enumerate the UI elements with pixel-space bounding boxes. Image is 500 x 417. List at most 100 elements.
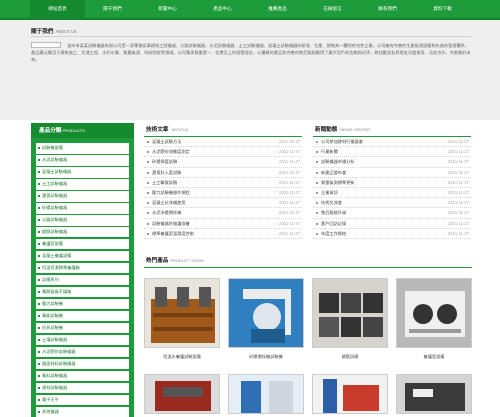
product-image[interactable]: [396, 278, 472, 348]
news-row[interactable]: 質量檢測標準更新 2021-11-27: [313, 178, 471, 188]
product-card[interactable]: [144, 374, 220, 414]
news-row[interactable]: 試驗儀器市場分析 2021-11-27: [313, 157, 471, 168]
tech-row-date: 2021-11-27: [278, 210, 300, 216]
sidebar-item[interactable]: 瀝青試驗儀器: [36, 190, 129, 202]
sidebar-item[interactable]: 壓力試驗機: [36, 298, 129, 310]
sidebar-item[interactable]: 萬能試驗機: [36, 310, 129, 322]
nav-item[interactable]: 聯系我們: [360, 0, 415, 18]
sidebar-item[interactable]: 試驗機設備: [36, 143, 129, 154]
tech-row[interactable]: 水泥凈漿攪拌機 2021-11-27: [144, 208, 302, 219]
product-image[interactable]: [312, 374, 388, 414]
sidebar-item[interactable]: 公路試驗儀器: [36, 214, 129, 226]
news-row-title[interactable]: 試驗儀器市場分析: [321, 157, 355, 166]
tech-row[interactable]: 混凝土抗滲儀使用 2021-11-27: [144, 198, 302, 209]
sidebar-item[interactable]: 混凝土養護設備: [36, 250, 129, 262]
about-text: 滄州市某某試驗儀器有限公司是一家專業從事建筑工程儀器、公路試驗儀器、水泥試驗儀器…: [31, 43, 471, 63]
tech-row-title[interactable]: 砂漿稠度試驗: [152, 157, 177, 166]
news-row[interactable]: 公司參加建材行業展會 2021-11-27: [313, 137, 471, 148]
product-caption[interactable]: 恒溫水養護試驗設備: [144, 354, 220, 360]
product-image[interactable]: [228, 278, 304, 348]
sidebar-item[interactable]: 試模系列: [36, 274, 129, 286]
sidebar-item[interactable]: 水泥膠砂試驗儀器: [36, 346, 129, 358]
sidebar-item[interactable]: 養護室設備: [36, 238, 129, 250]
sidebar-item[interactable]: 電熱鼓風干燥箱: [36, 286, 129, 298]
product-card[interactable]: 砂漿攪拌機試驗機: [228, 278, 304, 360]
tech-row-title[interactable]: 水泥膠砂流動度測定: [152, 147, 190, 156]
product-card[interactable]: 養護室設備: [396, 278, 472, 360]
news-row[interactable]: 年度工作總結 2021-11-27: [313, 229, 471, 239]
product-image[interactable]: [144, 278, 220, 348]
tech-row[interactable]: 試驗儀器的維護保養 2021-11-27: [144, 219, 302, 229]
mortar-mixer-image: [229, 279, 303, 347]
product-image[interactable]: [228, 374, 304, 414]
tech-row-title[interactable]: 標準養護室溫濕度控制: [152, 229, 194, 238]
product-caption[interactable]: 養護室設備: [396, 354, 472, 360]
news-row[interactable]: 新產品發布會 2021-11-27: [313, 168, 471, 178]
tech-row-title[interactable]: 壓力試驗機操作規程: [152, 188, 190, 197]
news-row-title[interactable]: 售后服務升級: [321, 208, 346, 217]
product-card[interactable]: [312, 374, 388, 414]
tech-row-title[interactable]: 水泥凈漿攪拌機: [152, 208, 181, 217]
sidebar-item[interactable]: 土工試驗儀器: [36, 178, 129, 190]
tech-row[interactable]: 砂漿稠度試驗 2021-11-27: [144, 157, 302, 168]
sidebar-item[interactable]: 砂漿試驗儀器: [36, 202, 129, 214]
nav-item[interactable]: 新聞中心: [140, 0, 195, 18]
news-row-title[interactable]: 客戶回訪記錄: [321, 219, 346, 228]
nav-item[interactable]: 網站首頁: [30, 0, 85, 18]
news-row-title[interactable]: 企業資訊: [321, 188, 338, 197]
tech-row-title[interactable]: 混凝土抗滲儀使用: [152, 198, 186, 207]
sidebar-item[interactable]: 其他儀器: [36, 406, 129, 417]
sidebar-item[interactable]: 鋼筋試驗儀器: [36, 226, 129, 238]
product-card[interactable]: 恒溫水養護試驗設備: [144, 278, 220, 360]
news-row-title[interactable]: 公司參加建材行業展會: [321, 137, 363, 146]
news-row[interactable]: 技術交流會 2021-11-27: [313, 198, 471, 209]
sidebar-item[interactable]: 土壤試驗儀器: [36, 334, 129, 346]
news-row[interactable]: 行業新聞 2021-11-27: [313, 147, 471, 158]
tech-row-title[interactable]: 混凝土試驗方法: [152, 137, 181, 146]
tech-row[interactable]: 土工擊實試驗 2021-11-27: [144, 178, 302, 188]
sidebar-item[interactable]: 路面材料試驗儀器: [36, 358, 129, 370]
news-row-title[interactable]: 行業新聞: [321, 147, 338, 156]
product-caption[interactable]: 鋼筋試模: [312, 354, 388, 360]
news-row-title[interactable]: 技術交流會: [321, 198, 342, 207]
sidebar-item[interactable]: 混凝土試驗儀器: [36, 166, 129, 178]
product-card[interactable]: [396, 374, 472, 414]
tech-row-title[interactable]: 瀝青針入度試驗: [152, 168, 181, 177]
nav-item[interactable]: 關于我們: [85, 0, 140, 18]
nav-item[interactable]: 在線留言: [305, 0, 360, 18]
tech-row[interactable]: 壓力試驗機操作規程 2021-11-27: [144, 188, 302, 199]
news-row-date: 2021-11-27: [447, 179, 469, 185]
tech-row[interactable]: 瀝青針入度試驗 2021-11-27: [144, 168, 302, 178]
news-row-title[interactable]: 新產品發布會: [321, 168, 346, 177]
product-card[interactable]: 鋼筋試模: [312, 278, 388, 360]
news-row-date: 2021-11-27: [447, 220, 469, 226]
product-image[interactable]: [312, 278, 388, 348]
water-curing-equipment-image: [145, 279, 219, 347]
about-title-text: 關于我們: [31, 29, 54, 35]
nav-item[interactable]: 推薦產品: [250, 0, 305, 18]
tech-row[interactable]: 標準養護室溫濕度控制 2021-11-27: [144, 229, 302, 239]
sidebar-item[interactable]: 電子天平: [36, 394, 129, 406]
nav-item[interactable]: 資料下載: [415, 0, 470, 18]
news-row[interactable]: 售后服務升級 2021-11-27: [313, 208, 471, 219]
sidebar-item[interactable]: 抗折試驗機: [36, 322, 129, 334]
tech-row-title[interactable]: 土工擊實試驗: [152, 178, 177, 187]
tech-row[interactable]: 水泥膠砂流動度測定 2021-11-27: [144, 147, 302, 158]
news-row[interactable]: 企業資訊 2021-11-27: [313, 188, 471, 199]
product-card[interactable]: [228, 374, 304, 414]
news-row-title[interactable]: 年度工作總結: [321, 229, 346, 238]
news-row-title[interactable]: 質量檢測標準更新: [321, 178, 355, 187]
about-section: 關于我們 ABOUT US 滄州市某某試驗儀器有限公司是一家專業從事建筑工程儀器、…: [0, 20, 500, 120]
sidebar-item[interactable]: 水泥試驗儀器: [36, 154, 129, 166]
sidebar-item[interactable]: 建材試驗儀器: [36, 382, 129, 394]
news-row[interactable]: 客戶回訪記錄 2021-11-27: [313, 219, 471, 229]
sidebar-item[interactable]: 恒溫恒濕標準養護箱: [36, 262, 129, 274]
product-image[interactable]: [396, 374, 472, 414]
product-image[interactable]: [144, 374, 220, 414]
product-caption[interactable]: 砂漿攪拌機試驗機: [228, 354, 304, 360]
nav-item[interactable]: 產品中心: [195, 0, 250, 18]
tech-row-title[interactable]: 試驗儀器的維護保養: [152, 219, 190, 228]
tech-row-date: 2021-11-27: [278, 179, 300, 185]
sidebar-item[interactable]: 集料試驗儀器: [36, 370, 129, 382]
tech-row[interactable]: 混凝土試驗方法 2021-11-27: [144, 137, 302, 148]
